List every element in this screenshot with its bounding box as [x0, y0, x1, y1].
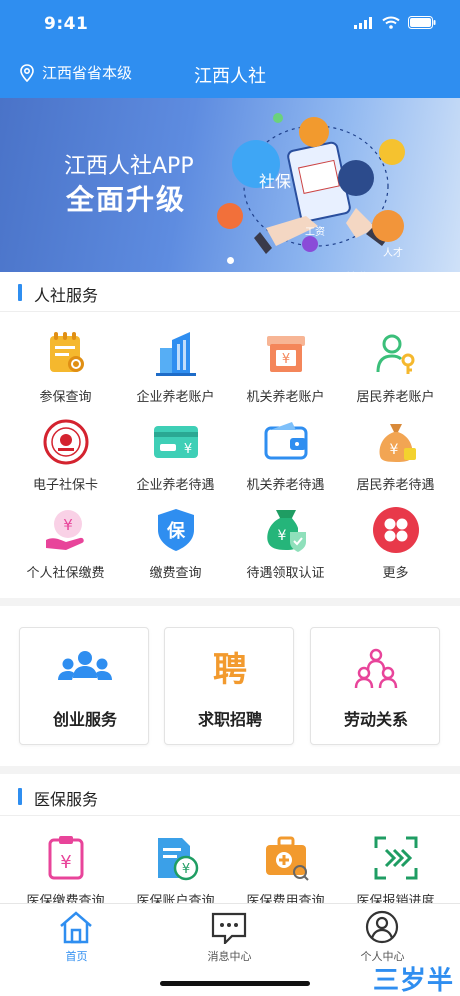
svg-text:保: 保 [166, 520, 186, 542]
more-grid-icon [373, 507, 419, 553]
service-label: 机关养老待遇 [246, 478, 325, 493]
service-label: 居民养老账户 [356, 390, 435, 405]
building-icon [156, 332, 196, 376]
service-label: 待遇领取认证 [246, 566, 325, 581]
wifi-icon [382, 16, 400, 29]
page-title-text: 江西人社 [194, 66, 266, 87]
header-bar: 9:41 江西省省本级 江西人社 [0, 0, 460, 98]
status-time: 9:41 [44, 14, 89, 34]
yuan-hand-icon: ¥ [46, 510, 84, 550]
banner-subtitle: 全面升级 [66, 183, 187, 216]
tab-profile[interactable]: 个人中心 [306, 910, 459, 964]
svg-text:¥: ¥ [63, 516, 73, 534]
card-labor-relations[interactable]: 劳动关系 [310, 627, 440, 745]
battery-icon [408, 16, 436, 29]
service-label: 更多 [382, 566, 409, 581]
service-more[interactable]: 更多 [338, 506, 453, 594]
status-bar: 9:41 [0, 0, 460, 48]
banner-illustration [217, 113, 405, 254]
service-enterprise-pension-account[interactable]: 企业养老账户 [118, 330, 233, 418]
service-agency-pension-benefit[interactable]: 机关养老待遇 [228, 418, 343, 506]
tab-label: 消息中心 [207, 950, 252, 963]
promo-banner[interactable]: 江西人社APP 全面升级 社保 工资 人才 就业 人事 劳动 [0, 98, 460, 272]
banner-page-indicator [227, 257, 234, 264]
banner-bubble-2: 工资 [305, 227, 325, 238]
section-title-yibao: 医保服务 [34, 790, 99, 809]
section-header-yibao: 医保服务 [0, 776, 460, 816]
watermark: 三岁半 [372, 966, 454, 996]
bao-shield-icon: 保 [158, 509, 194, 551]
svg-text:¥: ¥ [282, 352, 290, 367]
signal-icon [354, 16, 372, 29]
tab-messages[interactable]: 消息中心 [153, 910, 306, 964]
card-job-recruitment[interactable]: 聘 求职招聘 [164, 627, 294, 745]
banner-title: 江西人社APP [64, 154, 194, 179]
section-header-renshe: 人社服务 [0, 272, 460, 312]
wallet-icon [264, 422, 308, 460]
service-benefit-authentication[interactable]: ¥ 待遇领取认证 [228, 506, 343, 594]
banner-bubble-1: 社保 [258, 172, 291, 191]
service-label: 参保查询 [39, 390, 92, 405]
svg-text:¥: ¥ [184, 442, 192, 457]
money-bag-icon: ¥ [379, 424, 416, 462]
service-label: 电子社保卡 [32, 478, 98, 493]
service-resident-pension-benefit[interactable]: ¥ 居民养老待遇 [338, 418, 453, 506]
section-divider [0, 598, 460, 606]
status-icons [354, 16, 436, 29]
service-enterprise-pension-benefit[interactable]: ¥ 企业养老待遇 [118, 418, 233, 506]
service-payment-query[interactable]: 保 缴费查询 [118, 506, 233, 594]
user-icon [365, 910, 399, 944]
service-label: 居民养老待遇 [356, 478, 435, 493]
service-label: 企业养老待遇 [136, 478, 215, 493]
home-indicator[interactable] [160, 981, 310, 986]
service-electronic-card[interactable]: 电子社保卡 [8, 418, 123, 506]
svg-text:¥: ¥ [278, 528, 287, 544]
service-personal-payment[interactable]: ¥ 个人社保缴费 [8, 506, 123, 594]
tab-label: 首页 [65, 950, 88, 963]
svg-text:¥: ¥ [390, 442, 399, 458]
service-label: 机关养老账户 [246, 390, 325, 405]
person-key-icon [376, 334, 415, 374]
svg-text:¥: ¥ [60, 852, 71, 873]
service-agency-pension-account[interactable]: ¥ 机关养老账户 [228, 330, 343, 418]
page-title: 江西人社 [0, 62, 460, 88]
section-marker [18, 284, 22, 301]
banner-bubble-3: 人才 [383, 248, 403, 259]
section-title-renshe: 人社服务 [34, 286, 99, 305]
yuan-card-icon: ¥ [154, 426, 198, 458]
card-entrepreneurship[interactable]: 创业服务 [19, 627, 149, 745]
card-label: 创业服务 [52, 710, 117, 729]
service-label: 个人社保缴费 [26, 566, 105, 581]
pin-character-icon: 聘 [213, 650, 247, 690]
people-network-icon [354, 648, 398, 689]
home-icon [60, 911, 92, 944]
section-divider [0, 766, 460, 774]
social-security-seal-icon [43, 419, 89, 465]
yuan-box-icon: ¥ [267, 336, 305, 372]
yuan-shield-icon: ¥ [267, 510, 306, 552]
section-marker [18, 788, 22, 805]
team-icon [58, 651, 112, 680]
svg-text:¥: ¥ [182, 862, 190, 877]
service-label: 缴费查询 [149, 566, 202, 581]
insurance-query-icon [50, 332, 84, 372]
service-resident-pension-account[interactable]: 居民养老账户 [338, 330, 453, 418]
card-label: 求职招聘 [197, 710, 262, 729]
service-insurance-query[interactable]: 参保查询 [8, 330, 123, 418]
tab-home[interactable]: 首页 [0, 910, 153, 964]
card-label: 劳动关系 [343, 710, 408, 729]
scan-progress-icon [374, 836, 418, 880]
medical-kit-icon [266, 836, 309, 881]
message-icon [211, 912, 247, 944]
clipboard-yuan-icon: ¥ [48, 836, 84, 880]
service-label: 企业养老账户 [136, 390, 215, 405]
document-yuan-icon: ¥ [158, 838, 199, 881]
